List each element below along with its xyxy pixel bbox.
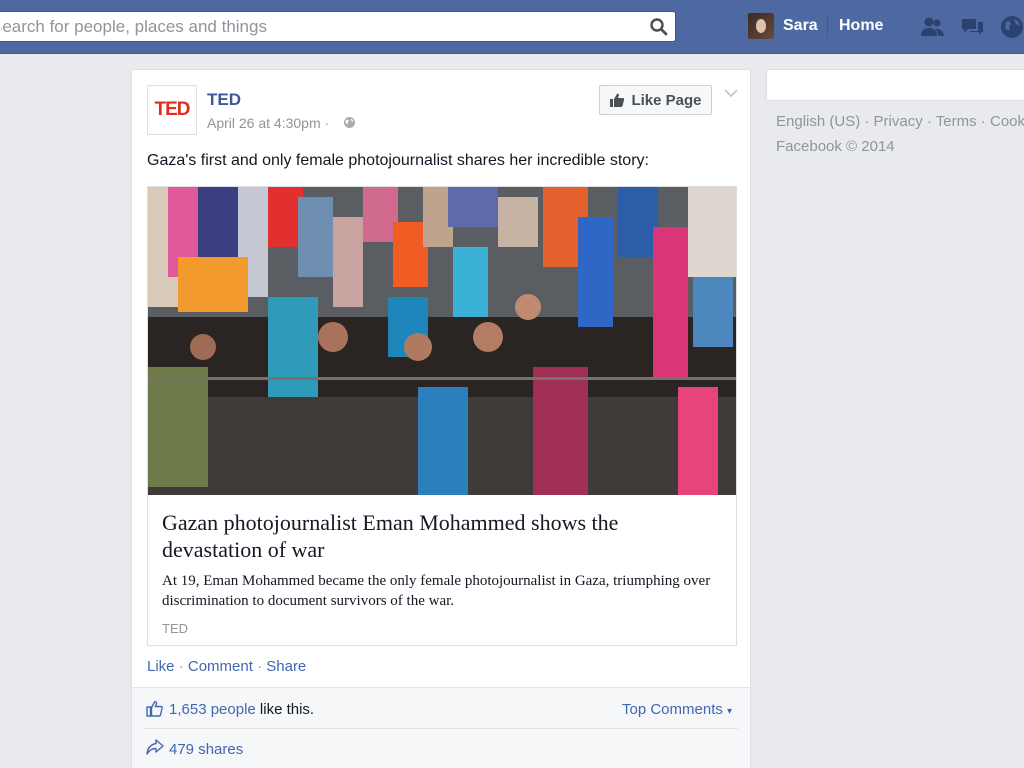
like-page-label: Like Page — [631, 91, 702, 109]
footer-separator: · — [860, 113, 874, 130]
like-count-icon — [146, 701, 163, 717]
divider — [827, 14, 828, 38]
link-title[interactable]: Gazan photojournalist Eman Mohammed show… — [162, 509, 722, 563]
profile-link[interactable]: Sara — [783, 17, 818, 35]
chevron-down-icon[interactable] — [724, 88, 738, 98]
footer-separator: · — [976, 113, 990, 130]
divider — [144, 728, 738, 729]
post-timestamp[interactable]: April 26 at 4:30pm · — [207, 115, 329, 131]
friend-requests-icon[interactable] — [918, 13, 946, 41]
likes-summary: 1,653 people like this. — [169, 701, 314, 718]
home-link[interactable]: Home — [839, 17, 883, 35]
feedback-area: 1,653 people like this. Top Comments ▾ 4… — [132, 687, 750, 768]
link-preview[interactable]: Gazan photojournalist Eman Mohammed show… — [147, 186, 737, 646]
link-preview-image[interactable] — [148, 187, 736, 495]
public-globe-icon — [344, 117, 355, 128]
search-icon[interactable] — [649, 17, 669, 37]
link-description: At 19, Eman Mohammed became the only fem… — [162, 573, 711, 609]
top-comments-dropdown[interactable]: Top Comments ▾ — [622, 701, 732, 718]
likes-suffix: like this. — [255, 701, 315, 718]
copyright: Facebook © 2014 — [776, 138, 895, 155]
comment-link[interactable]: Comment — [188, 658, 253, 675]
footer-link-terms[interactable]: Terms — [936, 113, 977, 130]
ted-logo-text: TED — [154, 99, 191, 120]
search-box[interactable] — [0, 11, 676, 42]
footer-separator: · — [922, 113, 936, 130]
link-source: TED — [162, 621, 188, 636]
page-name-link[interactable]: TED — [207, 90, 241, 110]
likes-count-link[interactable]: 1,653 people — [169, 701, 256, 718]
footer-links: English (US) · Privacy · Terms · Cookies — [776, 113, 1024, 130]
page-logo[interactable]: TED — [147, 85, 197, 135]
share-link[interactable]: Share — [266, 658, 306, 675]
shares-count-link[interactable]: 479 shares — [169, 741, 243, 758]
right-column-box — [766, 69, 1024, 101]
like-page-button[interactable]: Like Page — [599, 85, 712, 115]
post-text: Gaza's first and only female photojourna… — [147, 152, 649, 169]
action-separator: · — [252, 658, 267, 675]
thumbs-up-icon — [610, 93, 625, 107]
footer-link-privacy[interactable]: Privacy — [874, 113, 923, 130]
footer-link-language[interactable]: English (US) — [776, 113, 860, 130]
like-link[interactable]: Like — [147, 658, 175, 675]
post-card: TED TED April 26 at 4:30pm · Like Page G… — [131, 69, 751, 768]
search-input[interactable] — [1, 12, 631, 41]
caret-down-icon: ▾ — [727, 706, 733, 717]
top-comments-label: Top Comments — [622, 701, 723, 718]
avatar[interactable] — [748, 13, 774, 39]
messages-icon[interactable] — [958, 13, 986, 41]
post-actions: Like · Comment · Share — [147, 658, 306, 675]
notifications-globe-icon[interactable] — [998, 13, 1024, 41]
footer-link-cookies[interactable]: Cookies — [990, 113, 1024, 130]
action-separator: · — [174, 658, 188, 675]
share-icon — [146, 739, 164, 755]
top-bar: Sara Home — [0, 0, 1024, 54]
